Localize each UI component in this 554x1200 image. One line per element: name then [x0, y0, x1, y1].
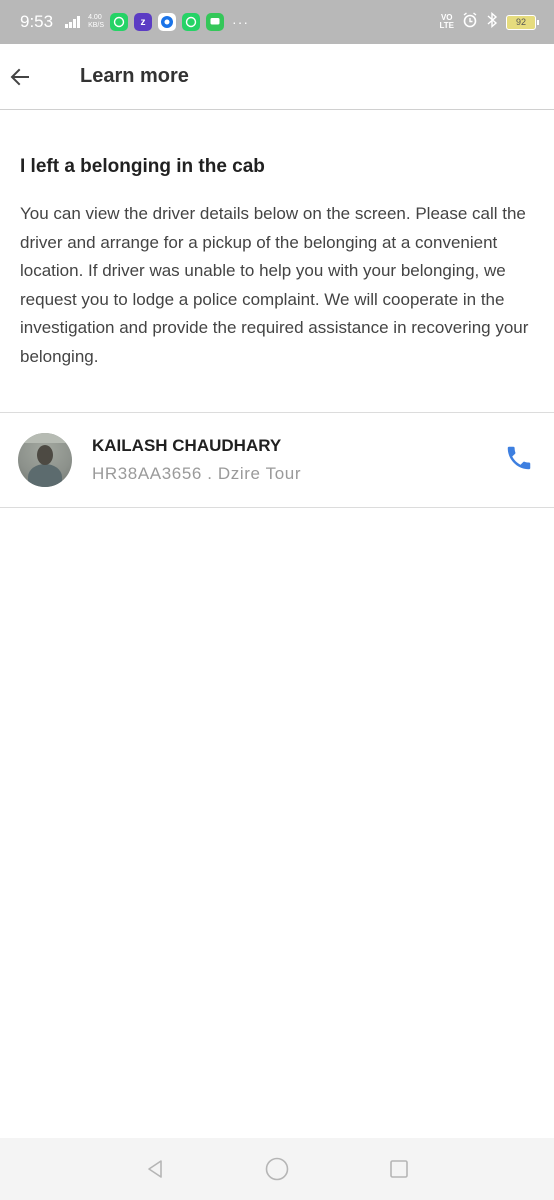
status-bar: 9:53 4.00 KB/S z ··· VO LTE 92 — [0, 0, 554, 44]
alarm-icon — [462, 11, 478, 33]
net-speed-value: 4.00 — [88, 14, 102, 21]
home-circle-icon — [265, 1157, 289, 1181]
back-triangle-icon — [148, 1160, 162, 1178]
back-button[interactable] — [0, 57, 40, 97]
net-speed-unit: KB/S — [88, 22, 105, 29]
driver-avatar — [18, 433, 72, 487]
more-notifications-icon: ··· — [232, 14, 250, 30]
driver-card: KAILASH CHAUDHARY HR38AA3656 . Dzire Tou… — [0, 412, 554, 508]
whatsapp-icon — [110, 13, 129, 31]
bluetooth-icon — [486, 11, 498, 33]
page-title: Learn more — [80, 65, 189, 87]
help-article: I left a belonging in the cab You can vi… — [20, 152, 540, 372]
driver-info: KAILASH CHAUDHARY HR38AA3656 . Dzire Tou… — [92, 435, 301, 485]
status-right: VO LTE 92 — [439, 11, 539, 33]
signal-icon — [65, 16, 81, 28]
volte-icon: VO LTE — [439, 14, 454, 30]
volte-line2: LTE — [439, 21, 454, 30]
phone-icon — [507, 446, 531, 470]
driver-vehicle: HR38AA3656 . Dzire Tour — [92, 464, 302, 483]
status-left: 9:53 4.00 KB/S z ··· — [20, 12, 249, 32]
nav-back-button[interactable] — [142, 1156, 168, 1182]
whatsapp-business-icon — [182, 13, 201, 31]
net-speed: 4.00 KB/S — [88, 14, 104, 30]
app-bar: Learn more — [0, 44, 554, 110]
arrow-left-icon — [10, 68, 29, 85]
article-heading: I left a belonging in the cab — [20, 156, 265, 177]
status-time: 9:53 — [20, 12, 54, 31]
article-body: You can view the driver details below on… — [20, 204, 529, 366]
zomato-icon: z — [134, 13, 153, 31]
call-driver-button[interactable] — [504, 443, 534, 473]
battery-icon: 92 — [506, 14, 539, 30]
system-nav-bar — [0, 1138, 554, 1200]
messages-icon — [206, 13, 225, 31]
nav-recents-button[interactable] — [386, 1156, 412, 1182]
nav-home-button[interactable] — [264, 1156, 290, 1182]
driver-name: KAILASH CHAUDHARY — [92, 436, 282, 455]
recents-square-icon — [390, 1160, 408, 1178]
chrome-icon — [158, 13, 177, 31]
